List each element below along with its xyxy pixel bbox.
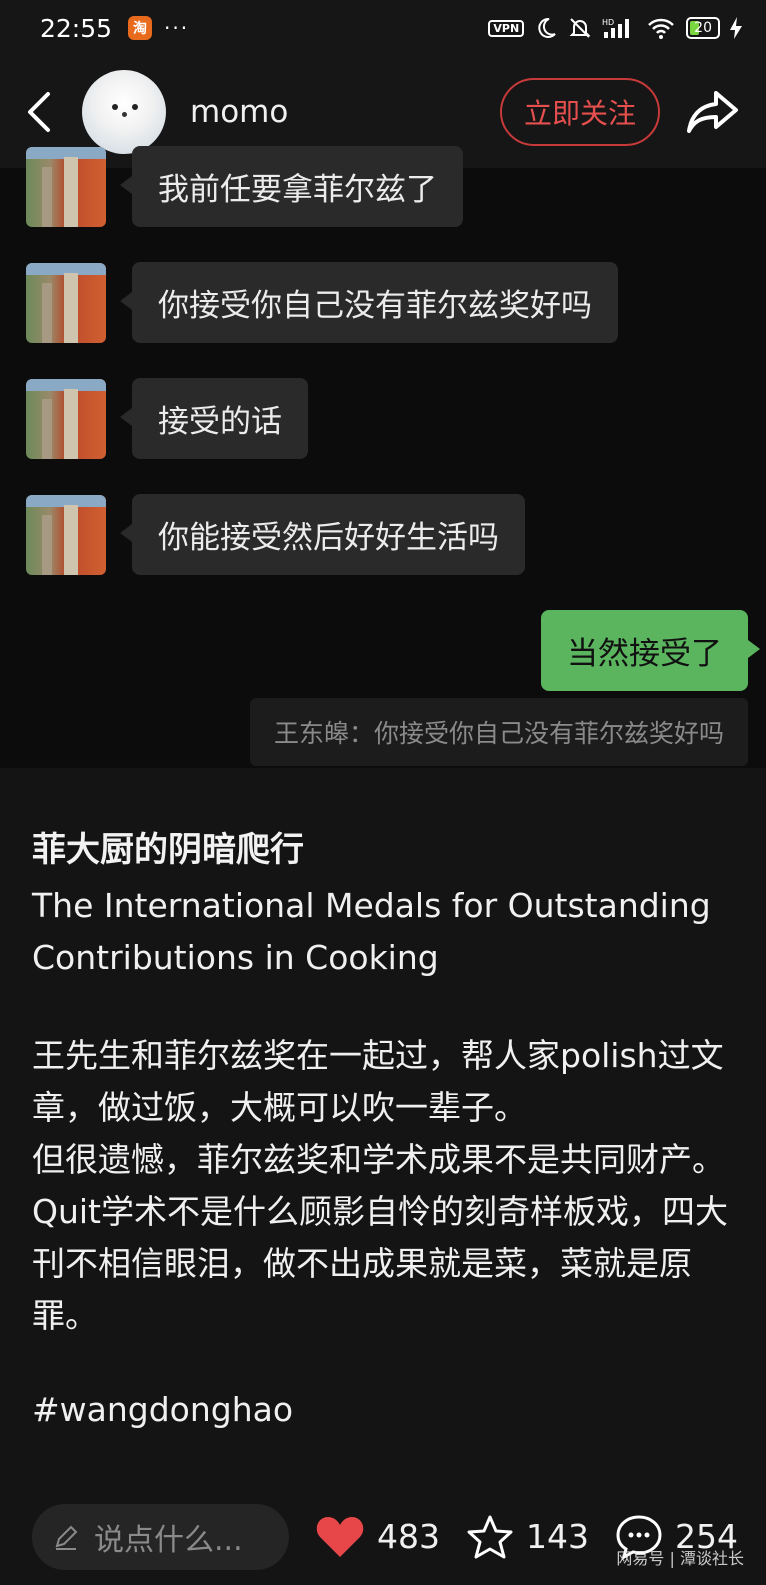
message-bubble: 我前任要拿菲尔兹了 bbox=[120, 146, 463, 227]
taobao-app-icon: 淘 bbox=[128, 16, 153, 40]
post-title: 菲大厨的阴暗爬行 bbox=[32, 830, 304, 870]
hashtag-link[interactable]: #wangdonghao bbox=[32, 1390, 293, 1429]
favorite-button[interactable]: 143 bbox=[466, 1514, 589, 1560]
sender-avatar bbox=[26, 378, 106, 459]
chat-message: 接受的话 bbox=[26, 378, 308, 459]
sender-avatar bbox=[26, 146, 106, 227]
heart-icon bbox=[316, 1516, 364, 1557]
chat-message: 我前任要拿菲尔兹了 bbox=[26, 146, 463, 227]
favorite-count: 143 bbox=[526, 1517, 589, 1556]
chat-message: 你接受你自己没有菲尔兹奖好吗 bbox=[26, 262, 618, 343]
share-icon[interactable] bbox=[686, 87, 742, 137]
post-paragraph: 王先生和菲尔兹奖在一起过，帮人家polish过文章，做过饭，大概可以吹一辈子。 bbox=[32, 1036, 724, 1127]
like-button[interactable]: 483 bbox=[315, 1515, 440, 1559]
status-right-icons: VPN HD 20 bbox=[488, 16, 742, 40]
message-bubble: 接受的话 bbox=[120, 378, 308, 459]
reply-message: 当然接受了 bbox=[541, 610, 760, 691]
like-count: 483 bbox=[377, 1517, 440, 1556]
message-bubble: 你能接受然后好好生活吗 bbox=[120, 494, 525, 575]
reply-bubble: 当然接受了 bbox=[541, 610, 760, 691]
post-paragraph: Quit学术不是什么顾影自怜的刻奇样板戏，四大刊不相信眼泪，做不出成果就是菜，菜… bbox=[32, 1192, 728, 1335]
chat-screenshot: 我前任要拿菲尔兹了 你接受你自己没有菲尔兹奖好吗 接受的话 你能接受然后好好生活… bbox=[0, 146, 766, 768]
sender-avatar bbox=[26, 494, 106, 575]
quoted-message: 王东皞：你接受你自己没有菲尔兹奖好吗 bbox=[249, 698, 748, 766]
post-content: 菲大厨的阴暗爬行 The International Medals for Ou… bbox=[0, 768, 766, 1488]
battery-icon: 20 bbox=[686, 17, 720, 39]
post-paragraph: 但很遗憾，菲尔兹奖和学术成果不是共同财产。 bbox=[32, 1140, 725, 1179]
star-icon bbox=[467, 1515, 513, 1558]
mute-bell-icon bbox=[569, 18, 591, 38]
comment-input[interactable]: 说点什么... bbox=[32, 1503, 289, 1570]
wifi-icon bbox=[648, 18, 675, 39]
status-time: 22:55 bbox=[40, 13, 113, 43]
username[interactable]: momo bbox=[190, 94, 288, 130]
post-subtitle: The International Medals for Outstanding… bbox=[32, 886, 711, 977]
sender-avatar bbox=[26, 262, 106, 343]
moon-icon bbox=[538, 17, 556, 38]
comment-placeholder: 说点什么... bbox=[94, 1522, 243, 1558]
svg-text:HD: HD bbox=[602, 18, 614, 27]
post-body: 王先生和菲尔兹奖在一起过，帮人家polish过文章，做过饭，大概可以吹一辈子。 … bbox=[32, 1030, 742, 1342]
bottom-action-bar: 说点什么... 483 143 254 网易号 | 潭谈社长 bbox=[0, 1488, 766, 1585]
message-bubble: 你接受你自己没有菲尔兹奖好吗 bbox=[120, 262, 618, 343]
back-arrow-icon[interactable] bbox=[24, 87, 58, 137]
vpn-icon: VPN bbox=[488, 19, 525, 37]
follow-button[interactable]: 立即关注 bbox=[499, 78, 660, 146]
chat-message: 你能接受然后好好生活吗 bbox=[26, 494, 525, 575]
charging-icon bbox=[730, 17, 742, 39]
watermark: 网易号 | 潭谈社长 bbox=[616, 1549, 744, 1568]
pencil-icon bbox=[52, 1522, 82, 1552]
status-bar: 22:55 淘 ··· VPN HD 20 bbox=[0, 0, 766, 56]
signal-icon: HD bbox=[602, 18, 630, 38]
status-more-dots: ··· bbox=[164, 16, 190, 40]
avatar[interactable] bbox=[82, 70, 166, 154]
